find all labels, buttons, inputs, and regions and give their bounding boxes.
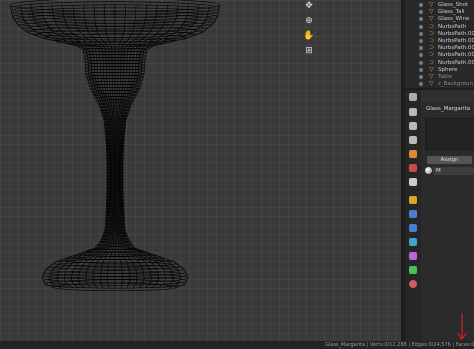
- curve-icon: ⊃: [429, 51, 435, 59]
- outliner-item-label: NurbsPath.00: [438, 59, 474, 66]
- outliner-visibility-icon[interactable]: [419, 10, 423, 15]
- material-preview-icon[interactable]: [425, 167, 432, 174]
- hand-icon[interactable]: ✋: [303, 30, 315, 42]
- particles-icon[interactable]: [409, 224, 417, 232]
- properties-tab-bar: [405, 90, 421, 341]
- object-title: Glass_Margarita: [426, 106, 471, 112]
- outliner-visibility-icon[interactable]: [419, 3, 423, 7]
- outliner-item-label: z_Backgroun: [438, 81, 473, 88]
- object-data-icon[interactable]: [409, 266, 417, 274]
- outliner-item-label: NurbsPath.00: [438, 30, 474, 37]
- outliner: ▽ Glass_Shot ▽ Glass_Tall ▽ Glass_Wine ⊃ NurbsP…: [405, 0, 474, 88]
- mesh-icon: ▽: [429, 15, 434, 23]
- material-slot-list[interactable]: [425, 118, 474, 150]
- outliner-item-label: Glass_Shot: [438, 2, 469, 8]
- outliner-visibility-icon[interactable]: [419, 53, 423, 58]
- view-layer-icon[interactable]: [409, 136, 417, 144]
- outliner-visibility-icon[interactable]: [419, 75, 423, 79]
- status-text: Glass_Margarita | Verts:0/12,288 | Edges…: [325, 342, 474, 348]
- mesh-icon: ▽: [429, 73, 434, 80]
- camera-view-icon[interactable]: ⊞: [303, 45, 315, 57]
- collection-icon[interactable]: [409, 178, 417, 186]
- outliner-item-label: Glass_Tall: [438, 9, 465, 16]
- mesh-icon: ▽: [429, 65, 434, 73]
- outliner-item-label: NurbsPath.00: [438, 45, 474, 52]
- mesh-icon: ▽: [429, 1, 434, 8]
- outliner-visibility-icon[interactable]: [419, 60, 423, 65]
- 3d-viewport[interactable]: ✥ ⊕ ✋ ⊞: [0, 0, 401, 341]
- glass-wireframe: [9, 0, 221, 292]
- grab-icon[interactable]: ✥: [303, 0, 315, 12]
- tool-icon[interactable]: [409, 93, 417, 101]
- curve-icon: ⊃: [429, 29, 435, 37]
- outliner-item-label: NurbsPath: [438, 23, 467, 30]
- outliner-visibility-icon[interactable]: [419, 31, 423, 36]
- outliner-item-label: NurbsPath.00: [438, 52, 474, 59]
- status-bar: Glass_Margarita | Verts:0/12,288 | Edges…: [0, 341, 474, 349]
- outliner-visibility-icon[interactable]: [419, 82, 423, 87]
- physics-icon[interactable]: [409, 238, 417, 246]
- outliner-visibility-icon[interactable]: [419, 24, 423, 29]
- scene-icon[interactable]: [409, 150, 417, 158]
- constraints-icon[interactable]: [409, 252, 417, 260]
- material-field[interactable]: M: [433, 167, 474, 175]
- outliner-item-label: NurbsPath.00: [438, 38, 474, 44]
- object-icon[interactable]: [409, 196, 417, 204]
- material-icon[interactable]: [409, 280, 417, 288]
- outliner-visibility-icon[interactable]: [419, 17, 423, 22]
- outliner-item[interactable]: ▽ z_Backgroun: [429, 80, 473, 88]
- outliner-item-label: Table: [438, 74, 453, 80]
- modifier-icon[interactable]: [409, 210, 417, 218]
- curve-icon: ⊃: [429, 58, 435, 66]
- outliner-visibility-icon[interactable]: [419, 46, 423, 51]
- curve-icon: ⊃: [429, 37, 435, 44]
- properties-header: [421, 90, 474, 102]
- outliner-item-label: Sphere: [438, 66, 458, 73]
- render-icon[interactable]: [409, 108, 417, 116]
- properties-panel: Glass_Margarita Assign M: [421, 90, 474, 341]
- outliner-visibility-icon[interactable]: [419, 67, 423, 72]
- navigation-gizmo: ✥ ⊕ ✋ ⊞: [303, 0, 317, 57]
- outliner-visibility-icon[interactable]: [419, 39, 423, 43]
- outliner-item-label: Glass_Wine: [438, 16, 470, 23]
- curve-icon: ⊃: [429, 44, 435, 52]
- curve-icon: ⊃: [429, 22, 435, 30]
- output-icon[interactable]: [409, 122, 417, 130]
- assign-button[interactable]: Assign: [427, 156, 472, 164]
- red-arrow-icon: [457, 313, 467, 341]
- mesh-icon: ▽: [429, 80, 434, 88]
- zoom-icon[interactable]: ⊕: [303, 15, 315, 27]
- mesh-icon: ▽: [429, 8, 434, 16]
- world-icon[interactable]: [409, 164, 417, 172]
